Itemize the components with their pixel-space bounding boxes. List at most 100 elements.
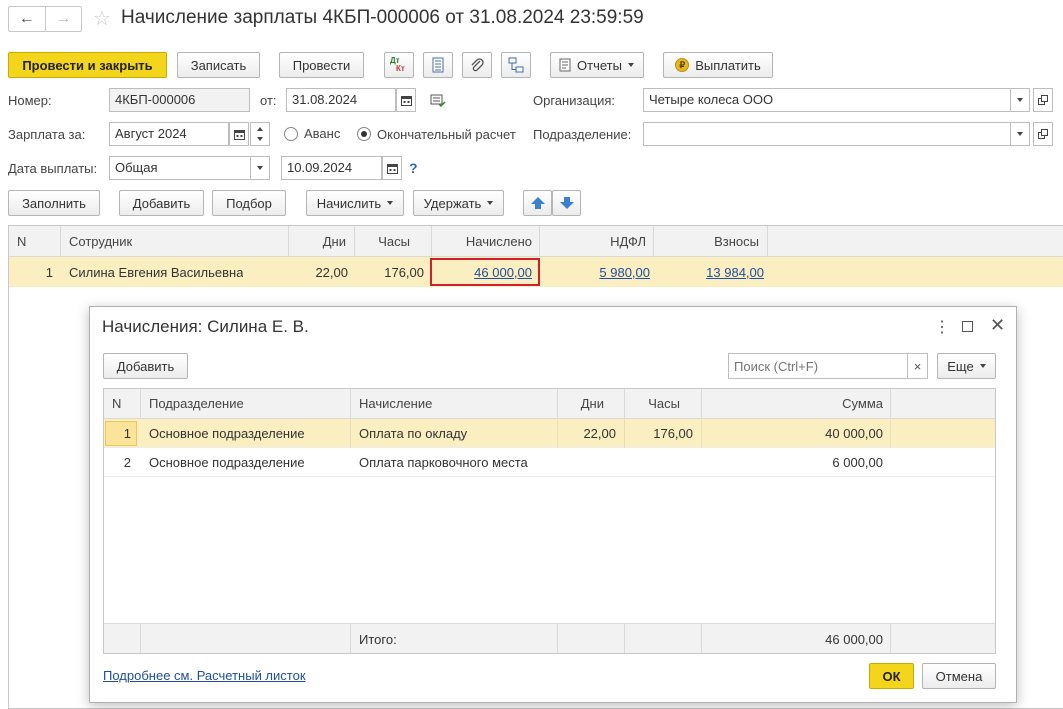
col-divider <box>557 389 558 419</box>
header-n[interactable]: N <box>17 234 26 249</box>
col-divider <box>350 623 351 653</box>
table-row[interactable]: 2 Основное подразделение Оплата парковоч… <box>104 448 995 477</box>
dialog-header-sum[interactable]: Сумма <box>704 396 883 411</box>
withhold-button[interactable]: Удержать <box>413 190 504 216</box>
organization-label: Организация: <box>533 93 616 108</box>
more-button[interactable]: Еще <box>937 353 996 379</box>
table-row[interactable]: 1 Основное подразделение Оплата по оклад… <box>104 419 995 448</box>
back-button[interactable]: ← <box>9 7 46 31</box>
chevron-down-icon <box>627 63 634 67</box>
row-days: 22,00 <box>315 265 348 280</box>
arrow-up-icon <box>530 197 545 209</box>
pay-date-label: Дата выплаты: <box>8 161 98 176</box>
organization-dropdown-button[interactable] <box>1010 88 1030 112</box>
more-vertical-icon[interactable]: ⋮ <box>934 317 950 337</box>
header-hours[interactable]: Часы <box>355 234 410 249</box>
pick-button[interactable]: Подбор <box>212 190 286 216</box>
pay-date-calendar-button[interactable] <box>382 156 402 180</box>
col-divider <box>557 623 558 653</box>
move-down-button[interactable] <box>552 190 581 216</box>
dt-kt-button[interactable]: Дт Кт <box>384 52 414 78</box>
col-divider <box>624 389 625 419</box>
dt-kt-icon: Дт Кт <box>390 56 405 73</box>
calendar-icon <box>400 95 412 106</box>
number-label: Номер: <box>8 93 52 108</box>
cancel-button[interactable]: Отмена <box>922 663 996 689</box>
row-hours: 176,00 <box>384 265 424 280</box>
row-sum: 40 000,00 <box>825 426 883 441</box>
pay-date-field[interactable]: 10.09.2024 <box>281 156 382 180</box>
col-divider <box>890 389 891 419</box>
row-accrual: Оплата парковочного места <box>359 455 528 470</box>
structure-icon <box>508 57 524 73</box>
arrow-right-icon: → <box>55 10 72 27</box>
table-row[interactable]: 1 Силина Евгения Васильевна 22,00 176,00… <box>9 257 1063 287</box>
header-accrued[interactable]: Начислено <box>433 234 532 249</box>
pay-button[interactable]: ₽ Выплатить <box>663 52 773 78</box>
header-employee[interactable]: Сотрудник <box>69 234 132 249</box>
header-ndfl[interactable]: НДФЛ <box>541 234 646 249</box>
row-n: 2 <box>123 455 131 470</box>
maximize-icon[interactable] <box>962 321 973 332</box>
favorite-star-icon[interactable]: ☆ <box>93 6 111 31</box>
row-contributions-link[interactable]: 13 984,00 <box>654 265 764 280</box>
forward-button[interactable]: → <box>46 7 82 31</box>
save-button[interactable]: Записать <box>177 52 260 78</box>
organization-field[interactable]: Четыре колеса ООО <box>643 88 1011 112</box>
header-contributions[interactable]: Взносы <box>654 234 759 249</box>
fill-button[interactable]: Заполнить <box>8 190 100 216</box>
row-n: 1 <box>45 265 53 280</box>
dialog-header-accrual[interactable]: Начисление <box>359 396 432 411</box>
pay-type-dropdown-button[interactable] <box>250 156 270 180</box>
help-icon[interactable]: ? <box>409 160 418 176</box>
number-field[interactable]: 4КБП-000006 <box>109 88 250 112</box>
dialog-header-division[interactable]: Подразделение <box>149 396 244 411</box>
accrue-button[interactable]: Начислить <box>306 190 404 216</box>
open-window-icon <box>1038 95 1048 105</box>
header-days[interactable]: Дни <box>289 234 346 249</box>
division-open-button[interactable] <box>1033 122 1053 146</box>
list-button[interactable] <box>423 52 453 78</box>
paperclip-icon <box>471 58 484 72</box>
chevron-down-icon[interactable] <box>257 137 263 141</box>
date-field[interactable]: 31.08.2024 <box>286 88 396 112</box>
row-ndfl-link[interactable]: 5 980,00 <box>541 265 650 280</box>
col-divider <box>890 419 891 448</box>
arrow-left-icon: ← <box>18 10 35 27</box>
calendar-button[interactable] <box>396 88 416 112</box>
add-row-button[interactable]: Добавить <box>119 190 204 216</box>
pay-type-select[interactable]: Общая <box>109 156 251 180</box>
period-calendar-button[interactable] <box>229 122 249 146</box>
col-divider <box>140 623 141 653</box>
advance-label: Аванс <box>304 126 341 141</box>
division-field[interactable] <box>643 122 1011 146</box>
post-and-close-button[interactable]: Провести и закрыть <box>8 52 167 78</box>
dialog-header-hours[interactable]: Часы <box>626 396 680 411</box>
move-up-button[interactable] <box>523 190 552 216</box>
col-divider <box>350 389 351 419</box>
dialog-header-days[interactable]: Дни <box>559 396 604 411</box>
dialog-header-n[interactable]: N <box>112 396 121 411</box>
structure-button[interactable] <box>501 52 531 78</box>
final-settlement-radio[interactable] <box>357 127 371 141</box>
search-clear-button[interactable]: × <box>907 353 928 379</box>
search-input[interactable] <box>728 353 908 379</box>
row-n: 1 <box>123 426 131 441</box>
ok-button[interactable]: ОК <box>869 663 914 689</box>
close-icon[interactable]: ✕ <box>990 315 1005 336</box>
page-title: Начисление зарплаты 4КБП-000006 от 31.08… <box>121 7 644 28</box>
document-status-icon[interactable] <box>430 94 446 108</box>
salary-period-field[interactable]: Август 2024 <box>109 122 229 146</box>
period-stepper[interactable] <box>250 122 270 146</box>
advance-radio[interactable] <box>284 127 298 141</box>
organization-open-button[interactable] <box>1033 88 1053 112</box>
chevron-up-icon[interactable] <box>257 127 263 131</box>
row-accrued-link[interactable]: 46 000,00 <box>433 265 532 280</box>
reports-button[interactable]: Отчеты <box>550 52 644 78</box>
post-button[interactable]: Провести <box>279 52 364 78</box>
attach-button[interactable] <box>462 52 492 78</box>
col-divider <box>350 419 351 448</box>
division-dropdown-button[interactable] <box>1010 122 1030 146</box>
dialog-add-button[interactable]: Добавить <box>103 353 188 379</box>
payslip-link[interactable]: Подробнее см. Расчетный листок <box>103 668 306 683</box>
